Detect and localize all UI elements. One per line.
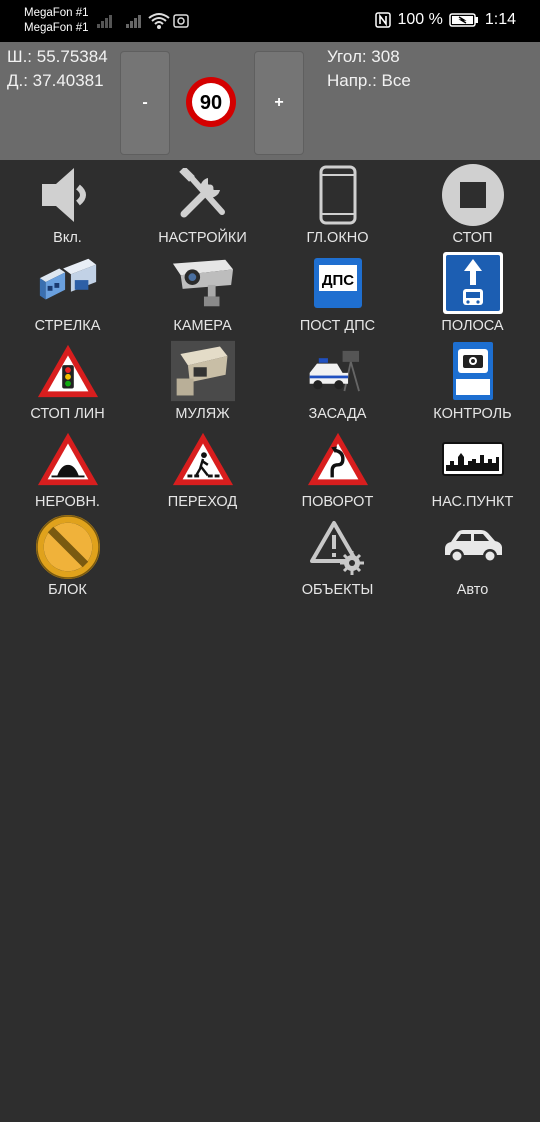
stop-button[interactable]: СТОП: [405, 162, 540, 250]
vibrate-icon: [173, 14, 189, 28]
town-label: НАС.ПУНКТ: [431, 494, 514, 510]
info-panel: Ш.: 55.75384 Д.: 37.40381 - 90 + Угол: 3…: [0, 42, 540, 160]
stop-icon: [441, 164, 505, 226]
traffic-light-sign-icon: [36, 340, 100, 402]
car-icon: [441, 516, 505, 578]
settings-label: НАСТРОЙКИ: [158, 230, 247, 246]
tools-icon: [171, 164, 235, 226]
speed-plus-button[interactable]: +: [254, 51, 304, 155]
dps-sign-text: ДПС: [321, 272, 353, 289]
dps-post-button[interactable]: ДПС ПОСТ ДПС: [270, 250, 405, 338]
town-sign-icon: [441, 428, 505, 490]
dps-post-label: ПОСТ ДПС: [299, 318, 376, 334]
settings-button[interactable]: НАСТРОЙКИ: [135, 162, 270, 250]
ambush-button[interactable]: ЗАСАДА: [270, 338, 405, 426]
speed-limit-value: 90: [200, 92, 222, 114]
status-right: 100 % 1:14: [375, 11, 516, 29]
nfc-icon: [375, 12, 392, 28]
crosswalk-sign-icon: [171, 428, 235, 490]
bus-lane-button[interactable]: ПОЛОСА: [405, 250, 540, 338]
stop-label: СТОП: [452, 230, 493, 246]
objects-button[interactable]: ОБЪЕКТЫ: [270, 514, 405, 602]
block-label: БЛОК: [48, 582, 87, 598]
town-button[interactable]: НАС.ПУНКТ: [405, 426, 540, 514]
angle-text: Угол: 308: [327, 47, 400, 66]
battery-icon: [449, 13, 478, 27]
stop-line-label: СТОП ЛИН: [30, 406, 105, 422]
auto-label: Авто: [456, 582, 489, 598]
dummy-camera-button[interactable]: МУЛЯЖ: [135, 338, 270, 426]
control-label: КОНТРОЛЬ: [433, 406, 512, 422]
crosswalk-button[interactable]: ПЕРЕХОД: [135, 426, 270, 514]
photo-control-sign-icon: [441, 340, 505, 402]
bump-label: НЕРОВН.: [35, 494, 100, 510]
strelka-label: СТРЕЛКА: [34, 318, 101, 334]
bus-lane-label: ПОЛОСА: [441, 318, 504, 334]
battery-percent: 100 %: [397, 11, 443, 28]
phone-icon: [306, 164, 370, 226]
main-window-label: ГЛ.ОКНО: [306, 230, 369, 246]
curve-label: ПОВОРОТ: [301, 494, 374, 510]
ambush-label: ЗАСАДА: [308, 406, 367, 422]
strelka-camera-icon: [36, 252, 100, 314]
block-button[interactable]: БЛОК: [0, 514, 135, 602]
objects-label: ОБЪЕКТЫ: [301, 582, 374, 598]
cctv-camera-icon: [171, 252, 235, 314]
control-button[interactable]: КОНТРОЛЬ: [405, 338, 540, 426]
speaker-icon: [36, 164, 100, 226]
bus-lane-sign-icon: [441, 252, 505, 314]
sound-toggle-label: Вкл.: [53, 230, 82, 246]
carrier-names: MegaFon #1 MegaFon #1: [24, 6, 89, 36]
wifi-icon: [148, 13, 170, 29]
strelka-button[interactable]: СТРЕЛКА: [0, 250, 135, 338]
dummy-camera-icon: [170, 340, 235, 402]
stop-line-button[interactable]: СТОП ЛИН: [0, 338, 135, 426]
speed-limit-sign-icon[interactable]: 90: [185, 76, 237, 128]
camera-button[interactable]: КАМЕРА: [135, 250, 270, 338]
latitude-text: Ш.: 55.75384: [7, 47, 108, 66]
dps-sign-icon: ДПС: [306, 252, 370, 314]
block-icon: [35, 515, 100, 579]
curve-sign-icon: [306, 428, 370, 490]
main-window-button[interactable]: ГЛ.ОКНО: [270, 162, 405, 250]
carrier-2: MegaFon #1: [24, 22, 89, 34]
sound-toggle-button[interactable]: Вкл.: [0, 162, 135, 250]
bump-sign-icon: [36, 428, 100, 490]
signal-icon: [97, 15, 112, 28]
carrier-1: MegaFon #1: [24, 7, 89, 19]
curve-button[interactable]: ПОВОРОТ: [270, 426, 405, 514]
clock: 1:14: [484, 11, 516, 28]
police-car-icon: [306, 340, 370, 402]
bump-button[interactable]: НЕРОВН.: [0, 426, 135, 514]
dummy-camera-label: МУЛЯЖ: [175, 406, 230, 422]
crosswalk-label: ПЕРЕХОД: [167, 494, 238, 510]
direction-text: Напр.: Все: [327, 71, 411, 90]
camera-label: КАМЕРА: [173, 318, 232, 334]
signal-icon-2: [126, 15, 141, 28]
speed-minus-button[interactable]: -: [120, 51, 170, 155]
status-bar: MegaFon #1 MegaFon #1 100 % 1:14: [0, 0, 540, 42]
auto-button[interactable]: Авто: [405, 514, 540, 602]
objects-warning-gear-icon: [306, 516, 370, 578]
longitude-text: Д.: 37.40381: [7, 71, 104, 90]
